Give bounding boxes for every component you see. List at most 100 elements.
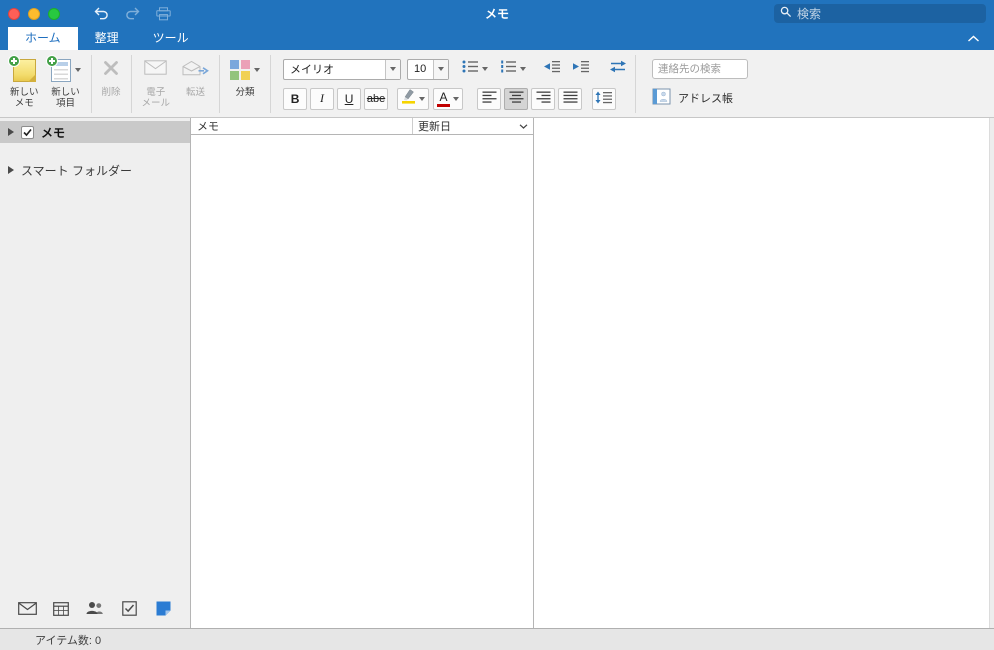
chevron-down-icon (254, 68, 261, 72)
align-center-button[interactable] (504, 87, 529, 110)
sidebar-item-notes[interactable]: メモ (0, 121, 190, 143)
font-group: メイリオ 10 B I U abe A (283, 52, 631, 110)
tab-organize[interactable]: 整理 (78, 27, 136, 50)
new-note-button[interactable]: 新しい メモ (4, 52, 45, 111)
categorize-label: 分類 (235, 87, 255, 98)
chevron-up-icon (967, 30, 980, 48)
chevron-down-icon (453, 96, 460, 101)
align-justify-icon (563, 91, 578, 106)
main-content: メモ スマート フォルダー メモ 更新日 (0, 118, 994, 628)
font-size-select[interactable]: 10 (407, 58, 450, 80)
people-module-icon[interactable] (84, 597, 106, 619)
font-color-button[interactable]: A (433, 87, 464, 110)
mail-module-icon[interactable] (16, 597, 38, 619)
chevron-down-icon (482, 67, 489, 71)
redo-icon (125, 7, 140, 20)
notes-module-icon[interactable] (152, 597, 174, 619)
separator (90, 55, 92, 113)
separator (219, 55, 221, 113)
forward-button: 転送 (176, 52, 215, 111)
sidebar: メモ スマート フォルダー (0, 118, 191, 628)
font-name-select[interactable]: メイリオ (283, 58, 402, 80)
plus-badge-icon (7, 54, 20, 67)
notes-list-pane: メモ 更新日 (191, 118, 533, 628)
ribbon: 新しい メモ 新しい 項目 削除 電子 メール 転送 分類 メイリオ 10 B … (0, 50, 994, 118)
underline-button[interactable]: U (337, 87, 362, 110)
text-direction-icon (608, 60, 628, 78)
new-note-label: 新しい メモ (10, 87, 39, 109)
chevron-down-icon (74, 68, 81, 72)
address-book-label: アドレス帳 (678, 93, 734, 105)
numbering-button[interactable] (497, 58, 529, 80)
print-icon[interactable] (156, 6, 171, 21)
tasks-module-icon[interactable] (118, 597, 140, 619)
text-direction-button[interactable] (605, 58, 631, 80)
contacts-group: アドレス帳 (652, 52, 749, 108)
highlight-button[interactable] (397, 87, 430, 110)
sidebar-item-label: メモ (41, 125, 66, 140)
delete-button: 削除 (96, 52, 127, 111)
new-item-label: 新しい 項目 (51, 87, 80, 109)
strikethrough-button[interactable]: abe (364, 87, 389, 110)
bold-button[interactable]: B (283, 87, 308, 110)
disclosure-triangle-icon[interactable] (8, 166, 14, 174)
minimize-button[interactable] (28, 7, 40, 20)
chevron-down-icon[interactable] (385, 59, 401, 79)
contact-search-input[interactable] (658, 63, 743, 75)
delete-icon (102, 59, 120, 82)
item-count: アイテム数: 0 (35, 634, 102, 647)
align-justify-button[interactable] (558, 87, 583, 110)
calendar-module-icon[interactable] (50, 597, 72, 619)
font-name-value: メイリオ (290, 64, 335, 76)
list-header: メモ 更新日 (191, 118, 533, 135)
zoom-button[interactable] (48, 7, 60, 20)
tab-home[interactable]: ホーム (8, 27, 78, 50)
italic-button[interactable]: I (310, 87, 335, 110)
undo-icon[interactable] (94, 7, 109, 20)
decrease-indent-icon (542, 60, 561, 78)
align-right-button[interactable] (531, 87, 556, 110)
categorize-button[interactable]: 分類 (224, 52, 266, 111)
bullets-icon (462, 60, 479, 78)
search-input[interactable] (797, 6, 980, 21)
align-right-icon (536, 91, 551, 106)
reading-pane (533, 118, 994, 628)
scrollbar-track (989, 118, 994, 628)
plus-badge-icon (45, 54, 58, 67)
align-center-icon (509, 91, 524, 106)
new-item-button[interactable]: 新しい 項目 (45, 52, 87, 111)
address-book-icon (652, 88, 672, 108)
sidebar-item-label: スマート フォルダー (21, 163, 132, 178)
chevron-down-icon[interactable] (433, 59, 449, 79)
sort-chevron-down-icon[interactable] (519, 123, 528, 129)
titlebar: メモ (0, 0, 994, 27)
module-switcher (0, 597, 190, 619)
line-spacing-icon (595, 91, 613, 107)
traffic-lights (8, 7, 60, 20)
delete-label: 削除 (101, 87, 121, 98)
categorize-icon (230, 60, 251, 80)
notes-checkbox[interactable] (21, 125, 34, 139)
line-spacing-button[interactable] (592, 87, 617, 110)
separator (130, 55, 132, 113)
sidebar-item-smart-folders[interactable]: スマート フォルダー (0, 159, 190, 181)
email-label: 電子 メール (141, 87, 171, 109)
bullets-button[interactable] (459, 58, 491, 80)
align-left-icon (482, 91, 497, 106)
alignment-group (477, 87, 585, 110)
status-bar: アイテム数: 0 (0, 628, 994, 650)
titlebar-search[interactable] (774, 4, 986, 23)
font-size-value: 10 (414, 63, 427, 75)
disclosure-triangle-icon[interactable] (8, 128, 14, 136)
column-header-modified[interactable]: 更新日 (412, 118, 533, 134)
address-book-button[interactable]: アドレス帳 (652, 88, 748, 108)
align-left-button[interactable] (477, 87, 502, 110)
decrease-indent-button[interactable] (539, 58, 564, 80)
tab-tools[interactable]: ツール (136, 27, 206, 50)
column-header-notes[interactable]: メモ (191, 118, 412, 134)
numbering-icon (500, 60, 517, 78)
increase-indent-button[interactable] (568, 58, 593, 80)
close-button[interactable] (8, 7, 20, 20)
collapse-ribbon-button[interactable] (967, 30, 980, 48)
contact-search-field[interactable] (652, 59, 749, 79)
